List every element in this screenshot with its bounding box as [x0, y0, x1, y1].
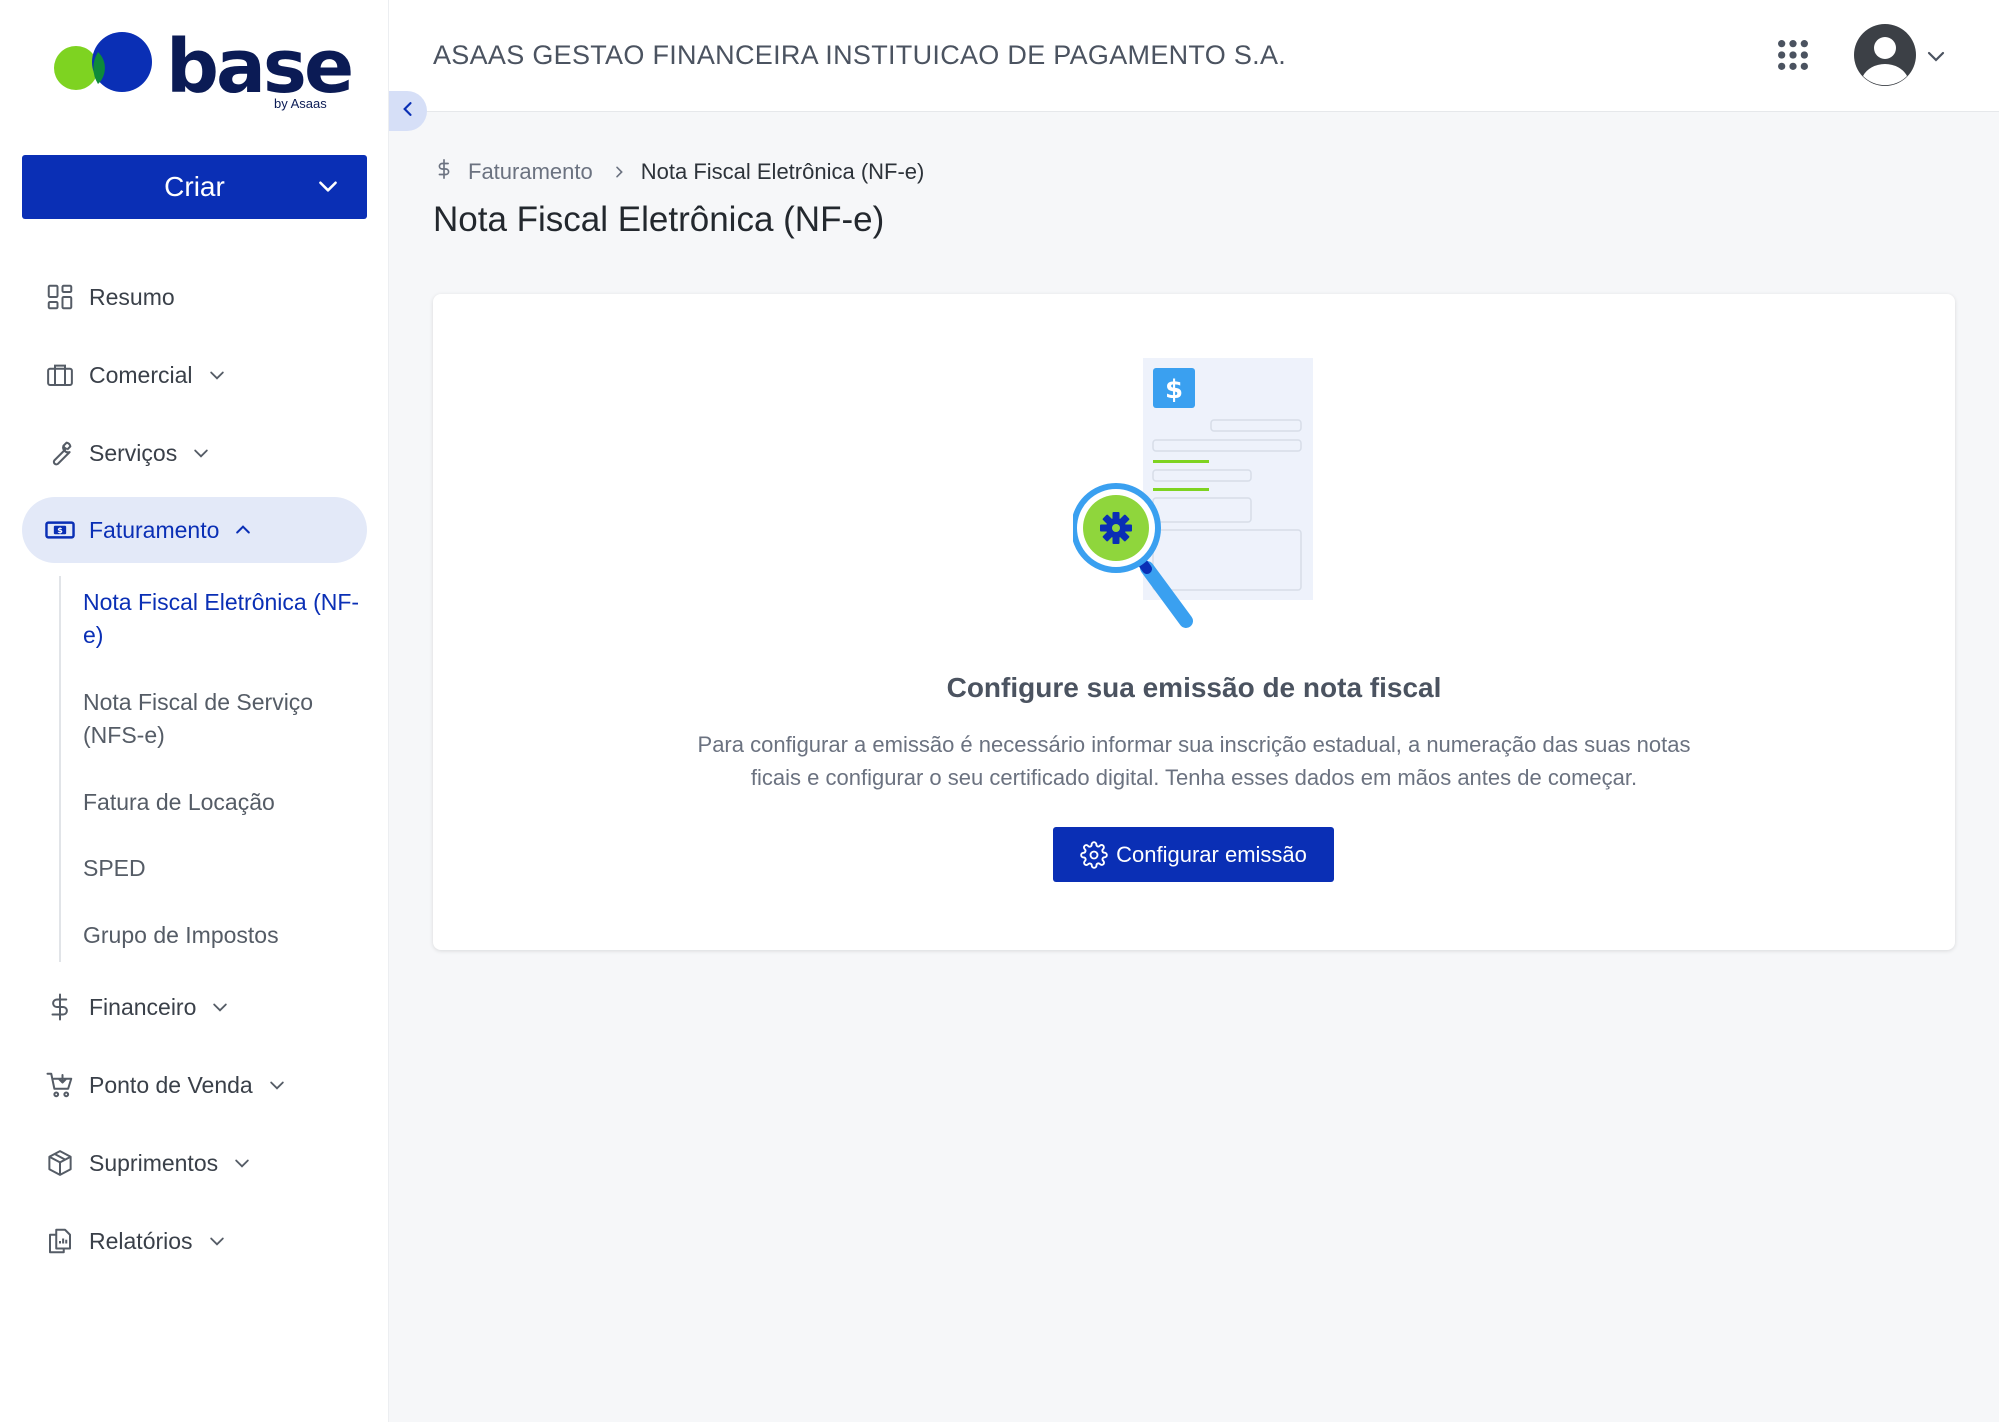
configure-emission-label: Configurar emissão	[1116, 841, 1307, 867]
sidebar-item-label: Serviços	[89, 439, 178, 466]
wrench-icon	[44, 437, 76, 469]
page-title: Nota Fiscal Eletrônica (NF-e)	[433, 200, 885, 239]
chevron-right-icon	[611, 164, 627, 180]
dollar-icon	[436, 158, 452, 186]
avatar[interactable]	[1854, 24, 1916, 86]
dollar-icon	[44, 991, 76, 1023]
breadcrumb-parent-link[interactable]: Faturamento	[468, 159, 593, 185]
sidebar-item-financeiro[interactable]: Financeiro	[22, 974, 367, 1040]
subnav-divider	[59, 576, 61, 962]
sidebar-item-relatorios[interactable]: Relatórios	[22, 1208, 367, 1274]
base-logo[interactable]: base by Asaas	[50, 24, 354, 115]
dashboard-icon	[44, 281, 76, 313]
subnav-item-sped[interactable]: SPED	[83, 852, 363, 885]
sidebar-item-label: Comercial	[89, 361, 193, 388]
breadcrumb-current: Nota Fiscal Eletrônica (NF-e)	[640, 159, 925, 184]
cart-icon	[44, 1069, 76, 1101]
subnav-item-nfe[interactable]: Nota Fiscal Eletrônica (NF-e)	[83, 586, 363, 652]
sidebar-item-comercial[interactable]: Comercial	[22, 342, 367, 408]
sidebar-item-label: Resumo	[89, 283, 175, 310]
create-button[interactable]: Criar	[22, 155, 367, 219]
chevron-down-icon[interactable]	[1924, 44, 1948, 73]
collapse-sidebar-button[interactable]	[389, 91, 427, 131]
gear-icon	[1080, 840, 1108, 869]
chevron-left-icon	[398, 99, 418, 124]
sidebar-item-ponto-de-venda[interactable]: Ponto de Venda	[22, 1052, 367, 1118]
briefcase-icon	[44, 359, 76, 391]
configure-emission-button[interactable]: Configurar emissão	[1053, 827, 1334, 882]
chevron-down-icon	[207, 365, 227, 385]
company-name: ASAAS GESTAO FINANCEIRA INSTITUICAO DE P…	[433, 40, 1287, 70]
sidebar-item-resumo[interactable]: Resumo	[22, 264, 367, 330]
chevron-down-icon	[315, 173, 341, 206]
logo-mark-icon	[54, 32, 152, 92]
empty-state-description: Para configurar a emissão é necessário i…	[697, 732, 1691, 790]
chevron-down-icon	[207, 1231, 227, 1251]
logo-subtitle: by Asaas	[274, 96, 327, 111]
chevron-down-icon	[210, 997, 230, 1017]
reports-icon	[44, 1225, 76, 1257]
empty-state-title: Configure sua emissão de nota fiscal	[946, 672, 1442, 703]
chevron-down-icon	[191, 443, 211, 463]
chevron-down-icon	[267, 1075, 287, 1095]
invoice-search-illustration: $	[1071, 358, 1333, 648]
sidebar-item-label: Ponto de Venda	[89, 1071, 253, 1098]
create-button-label: Criar	[164, 171, 225, 202]
empty-state-card: $ Configure sua emissão de nota fiscal P…	[433, 294, 1955, 950]
subnav-item-nfse[interactable]: Nota Fiscal de Serviço (NFS-e)	[83, 686, 363, 752]
subnav-item-fatura-locacao[interactable]: Fatura de Locação	[83, 786, 363, 819]
chevron-down-icon	[232, 1153, 252, 1173]
subnav-item-grupo-impostos[interactable]: Grupo de Impostos	[83, 919, 363, 952]
chevron-up-icon	[233, 520, 253, 540]
sidebar-item-label: Suprimentos	[89, 1149, 219, 1176]
sidebar-item-label: Faturamento	[89, 516, 220, 543]
sidebar-item-label: Financeiro	[89, 993, 197, 1020]
sidebar-item-servicos[interactable]: Serviços	[22, 420, 367, 486]
sidebar: base by Asaas Criar Resumo Comercial Ser…	[0, 0, 389, 1422]
breadcrumb: Faturamento Nota Fiscal Eletrônica (NF-e…	[436, 158, 924, 186]
svg-text:$: $	[1165, 375, 1183, 405]
sidebar-item-label: Relatórios	[89, 1227, 193, 1254]
banknote-icon: $	[44, 514, 76, 546]
top-header: ASAAS GESTAO FINANCEIRA INSTITUICAO DE P…	[389, 0, 1999, 112]
box-icon	[44, 1147, 76, 1179]
svg-text:$: $	[57, 526, 63, 535]
sidebar-item-faturamento[interactable]: $ Faturamento	[22, 497, 367, 563]
apps-grid-icon[interactable]	[1776, 38, 1810, 72]
sidebar-item-suprimentos[interactable]: Suprimentos	[22, 1130, 367, 1196]
